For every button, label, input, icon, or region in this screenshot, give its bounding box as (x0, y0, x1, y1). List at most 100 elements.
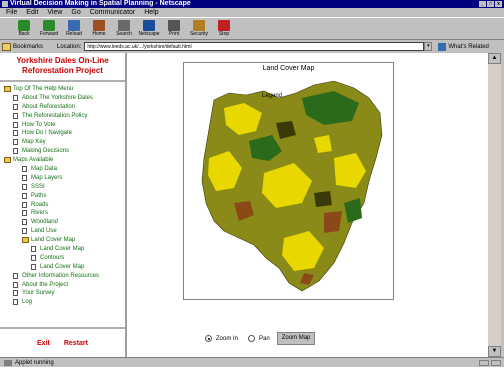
window-buttons: _ □ x (479, 1, 504, 7)
tree-item[interactable]: Roads (0, 201, 125, 210)
tree-item[interactable]: The Reforestation Policy (0, 112, 125, 121)
tree-item[interactable]: Contours (0, 254, 125, 263)
scroll-up-icon[interactable]: ▲ (488, 53, 501, 64)
tree-item-label: Map Data (31, 166, 58, 173)
scroll-down-icon[interactable]: ▼ (488, 346, 501, 357)
menu-communicator[interactable]: Communicator (90, 8, 136, 17)
search-button[interactable]: Search (114, 18, 134, 39)
minimize-icon[interactable]: _ (479, 1, 486, 7)
tree-item[interactable]: About The Yorkshire Dales (0, 94, 125, 103)
stop-icon (218, 20, 230, 31)
tree-item[interactable]: How To Vote (0, 121, 125, 130)
zoom-in-radio[interactable] (205, 335, 212, 342)
restart-link[interactable]: Restart (64, 340, 88, 347)
document-icon (31, 246, 36, 253)
tree-item-label: Land Use (31, 228, 57, 235)
vertical-scrollbar[interactable]: ▲ ▼ (488, 53, 501, 357)
tree-item[interactable]: Woodland (0, 218, 125, 227)
maximize-icon[interactable]: □ (487, 1, 494, 7)
stop-button[interactable]: Stop (214, 18, 234, 39)
tree-item[interactable]: Maps Available (0, 156, 125, 165)
tree-item[interactable]: Land Cover Map (0, 236, 125, 245)
whats-related-button[interactable]: What's Related (438, 42, 489, 51)
tree-item[interactable]: Other Information Resources (0, 272, 125, 281)
menu-help[interactable]: Help (144, 8, 158, 17)
tree-item-label: Maps Available (13, 157, 54, 164)
tree-item[interactable]: Your Survey (0, 289, 125, 298)
print-button[interactable]: Print (164, 18, 184, 39)
url-field[interactable] (84, 42, 425, 51)
tree-item-label: The Reforestation Policy (22, 112, 88, 119)
folder-icon (4, 86, 11, 92)
tree-item-label: SSSI (31, 183, 45, 190)
back-arrow-icon (18, 20, 30, 31)
map-panel: Land Cover Map Legend (183, 62, 394, 300)
tree-item[interactable]: Paths (0, 192, 125, 201)
tree-item[interactable]: Map Data (0, 165, 125, 174)
menu-file[interactable]: File (6, 8, 17, 17)
print-icon (168, 20, 180, 31)
tree-item[interactable]: About the Project (0, 281, 125, 290)
menu-go[interactable]: Go (71, 8, 80, 17)
tree-item-label: Map Key (22, 139, 46, 146)
land-cover-map[interactable] (184, 63, 393, 299)
location-bar: Bookmarks Location: ▾ What's Related (0, 40, 504, 53)
bookmarks-button[interactable]: Bookmarks (2, 42, 43, 51)
tree-item-label: About the Project (22, 281, 69, 288)
tree-item[interactable]: Making Decisions (0, 147, 125, 156)
url-dropdown-icon[interactable]: ▾ (424, 42, 433, 51)
back-button[interactable]: Back (14, 18, 34, 39)
tree-item[interactable]: Top Of The Help Menu (0, 85, 125, 94)
menu-bar: File Edit View Go Communicator Help (0, 8, 504, 17)
netscape-window-icon (2, 1, 8, 7)
security-button[interactable]: Security (189, 18, 209, 39)
toolbar-label: Netscape (138, 31, 160, 37)
tree-item-label: Your Survey (22, 290, 55, 297)
reload-icon (68, 20, 80, 31)
exit-link[interactable]: Exit (37, 340, 50, 347)
folder-icon (4, 157, 11, 164)
tree-item-label: Roads (31, 201, 49, 208)
tree-item[interactable]: SSSI (0, 183, 125, 192)
forward-arrow-icon (43, 20, 55, 31)
netscape-button[interactable]: Netscape (138, 18, 160, 39)
divider (0, 80, 125, 82)
tree-item-label: About Reforestation (22, 103, 76, 110)
document-icon (13, 112, 18, 119)
reload-button[interactable]: Reload (64, 18, 84, 39)
left-frame: Yorkshire Dales On-Line Reforestation Pr… (0, 53, 127, 357)
navigation-toolbar: Back Forward Reload Home Search Netscape Print… (0, 17, 504, 40)
document-icon (31, 254, 36, 261)
map-frame: Land Cover Map Legend Zoom In Pan Zoom M… (127, 53, 488, 357)
forward-button[interactable]: Forward (39, 18, 59, 39)
location-label: Location: (57, 43, 82, 50)
document-icon (31, 263, 36, 270)
left-footer: Exit Restart (0, 327, 125, 357)
tree-item[interactable]: Log (0, 298, 125, 307)
tree-item[interactable]: Rivers (0, 209, 125, 218)
pan-label: Pan (259, 335, 270, 342)
tree-item-label: How To Vote (22, 121, 56, 128)
toolbar-label: Forward (39, 31, 59, 37)
tree-item[interactable]: About Reforestation (0, 103, 125, 112)
tree-item[interactable]: Map Layers (0, 174, 125, 183)
zoom-map-button[interactable]: Zoom Map (276, 332, 316, 345)
tree-item[interactable]: Land Use (0, 227, 125, 236)
tree-item-label: Contours (40, 254, 65, 261)
home-icon (93, 20, 105, 31)
document-icon (22, 219, 27, 226)
home-button[interactable]: Home (89, 18, 109, 39)
tree-item[interactable]: How Do I Navigate (0, 129, 125, 138)
menu-view[interactable]: View (47, 8, 62, 17)
close-icon[interactable]: x (495, 1, 502, 7)
tree-item[interactable]: Land Cover Map (0, 263, 125, 272)
tree-item[interactable]: Land Cover Map (0, 245, 125, 254)
tree-item[interactable]: Map Key (0, 138, 125, 147)
toolbar-label: Print (168, 31, 180, 37)
legend-link[interactable]: Legend (262, 93, 282, 99)
menu-edit[interactable]: Edit (26, 8, 38, 17)
pan-radio[interactable] (248, 335, 256, 342)
toolbar-label: Search (116, 31, 132, 37)
tree-item-label: Making Decisions (22, 148, 70, 155)
document-icon (22, 166, 27, 173)
